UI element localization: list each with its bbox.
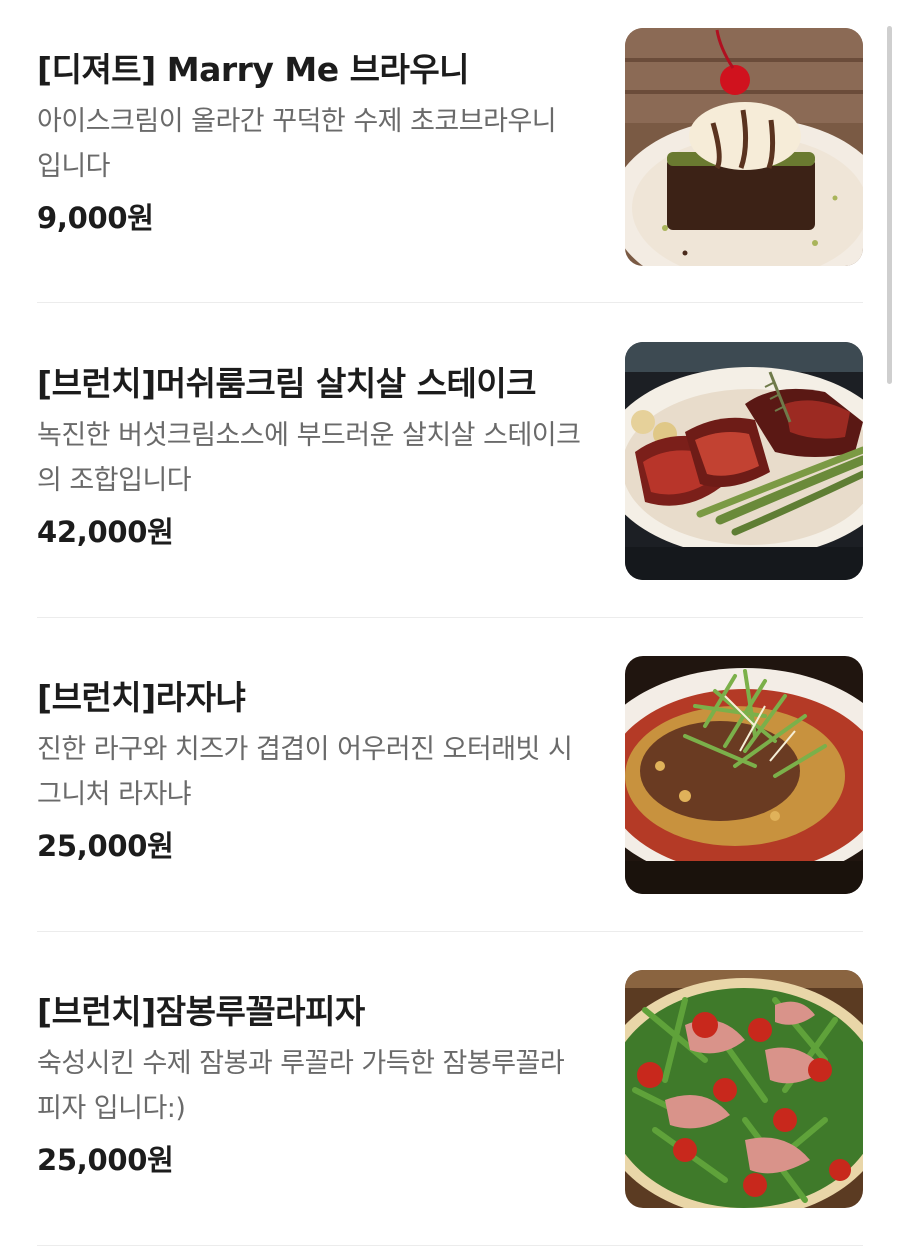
menu-item-title: [브런치]머쉬룸크림 살치살 스테이크 <box>37 364 537 403</box>
menu-item-text: [브런치]잠봉루꼴라피자 숙성시킨 수제 잠봉과 루꼴라 가득한 잠봉루꼴라피자… <box>37 970 597 1179</box>
menu-item-price: 9,000원 <box>37 201 154 235</box>
pizza-image <box>625 970 863 1208</box>
lasagna-image <box>625 656 863 894</box>
menu-item-pizza[interactable]: [브런치]잠봉루꼴라피자 숙성시킨 수제 잠봉과 루꼴라 가득한 잠봉루꼴라피자… <box>37 970 863 1208</box>
menu-item-text: [디져트] Marry Me 브라우니 아이스크림이 올라간 꾸덕한 수제 초코… <box>37 28 597 237</box>
menu-item-brownie[interactable]: [디져트] Marry Me 브라우니 아이스크림이 올라간 꾸덕한 수제 초코… <box>37 28 863 266</box>
menu-item-title: [브런치]잠봉루꼴라피자 <box>37 992 365 1031</box>
menu-item-description: 아이스크림이 올라간 꾸덕한 수제 초코브라우니 입니다 <box>37 106 557 182</box>
brownie-photo[interactable] <box>625 28 863 266</box>
menu-item-price: 25,000원 <box>37 829 174 863</box>
steak-image <box>625 342 863 580</box>
brownie-image <box>625 28 863 266</box>
menu-item-steak[interactable]: [브런치]머쉬룸크림 살치살 스테이크 녹진한 버섯크림소스에 부드러운 살치살… <box>37 342 863 580</box>
menu-divider <box>37 302 863 303</box>
scrollbar[interactable] <box>887 26 892 384</box>
menu-item-price: 25,000원 <box>37 1143 174 1177</box>
steak-photo[interactable] <box>625 342 863 580</box>
menu-item-text: [브런치]머쉬룸크림 살치살 스테이크 녹진한 버섯크림소스에 부드러운 살치살… <box>37 342 597 551</box>
menu-divider <box>37 931 863 932</box>
menu-item-description: 숙성시킨 수제 잠봉과 루꼴라 가득한 잠봉루꼴라피자 입니다:) <box>37 1048 565 1124</box>
menu-item-title: [디져트] Marry Me 브라우니 <box>37 50 470 89</box>
pizza-photo[interactable] <box>625 970 863 1208</box>
lasagna-photo[interactable] <box>625 656 863 894</box>
menu-divider <box>37 1245 863 1246</box>
menu-item-lasagna[interactable]: [브런치]라자냐 진한 라구와 치즈가 겹겹이 어우러진 오터래빗 시그니처 라… <box>37 656 863 894</box>
menu-item-text: [브런치]라자냐 진한 라구와 치즈가 겹겹이 어우러진 오터래빗 시그니처 라… <box>37 656 597 865</box>
menu-item-price: 42,000원 <box>37 515 174 549</box>
menu-item-description: 녹진한 버섯크림소스에 부드러운 살치살 스테이크의 조합입니다 <box>37 420 581 496</box>
menu-item-description: 진한 라구와 치즈가 겹겹이 어우러진 오터래빗 시그니처 라자냐 <box>37 734 573 810</box>
menu-divider <box>37 617 863 618</box>
menu-item-title: [브런치]라자냐 <box>37 678 246 717</box>
